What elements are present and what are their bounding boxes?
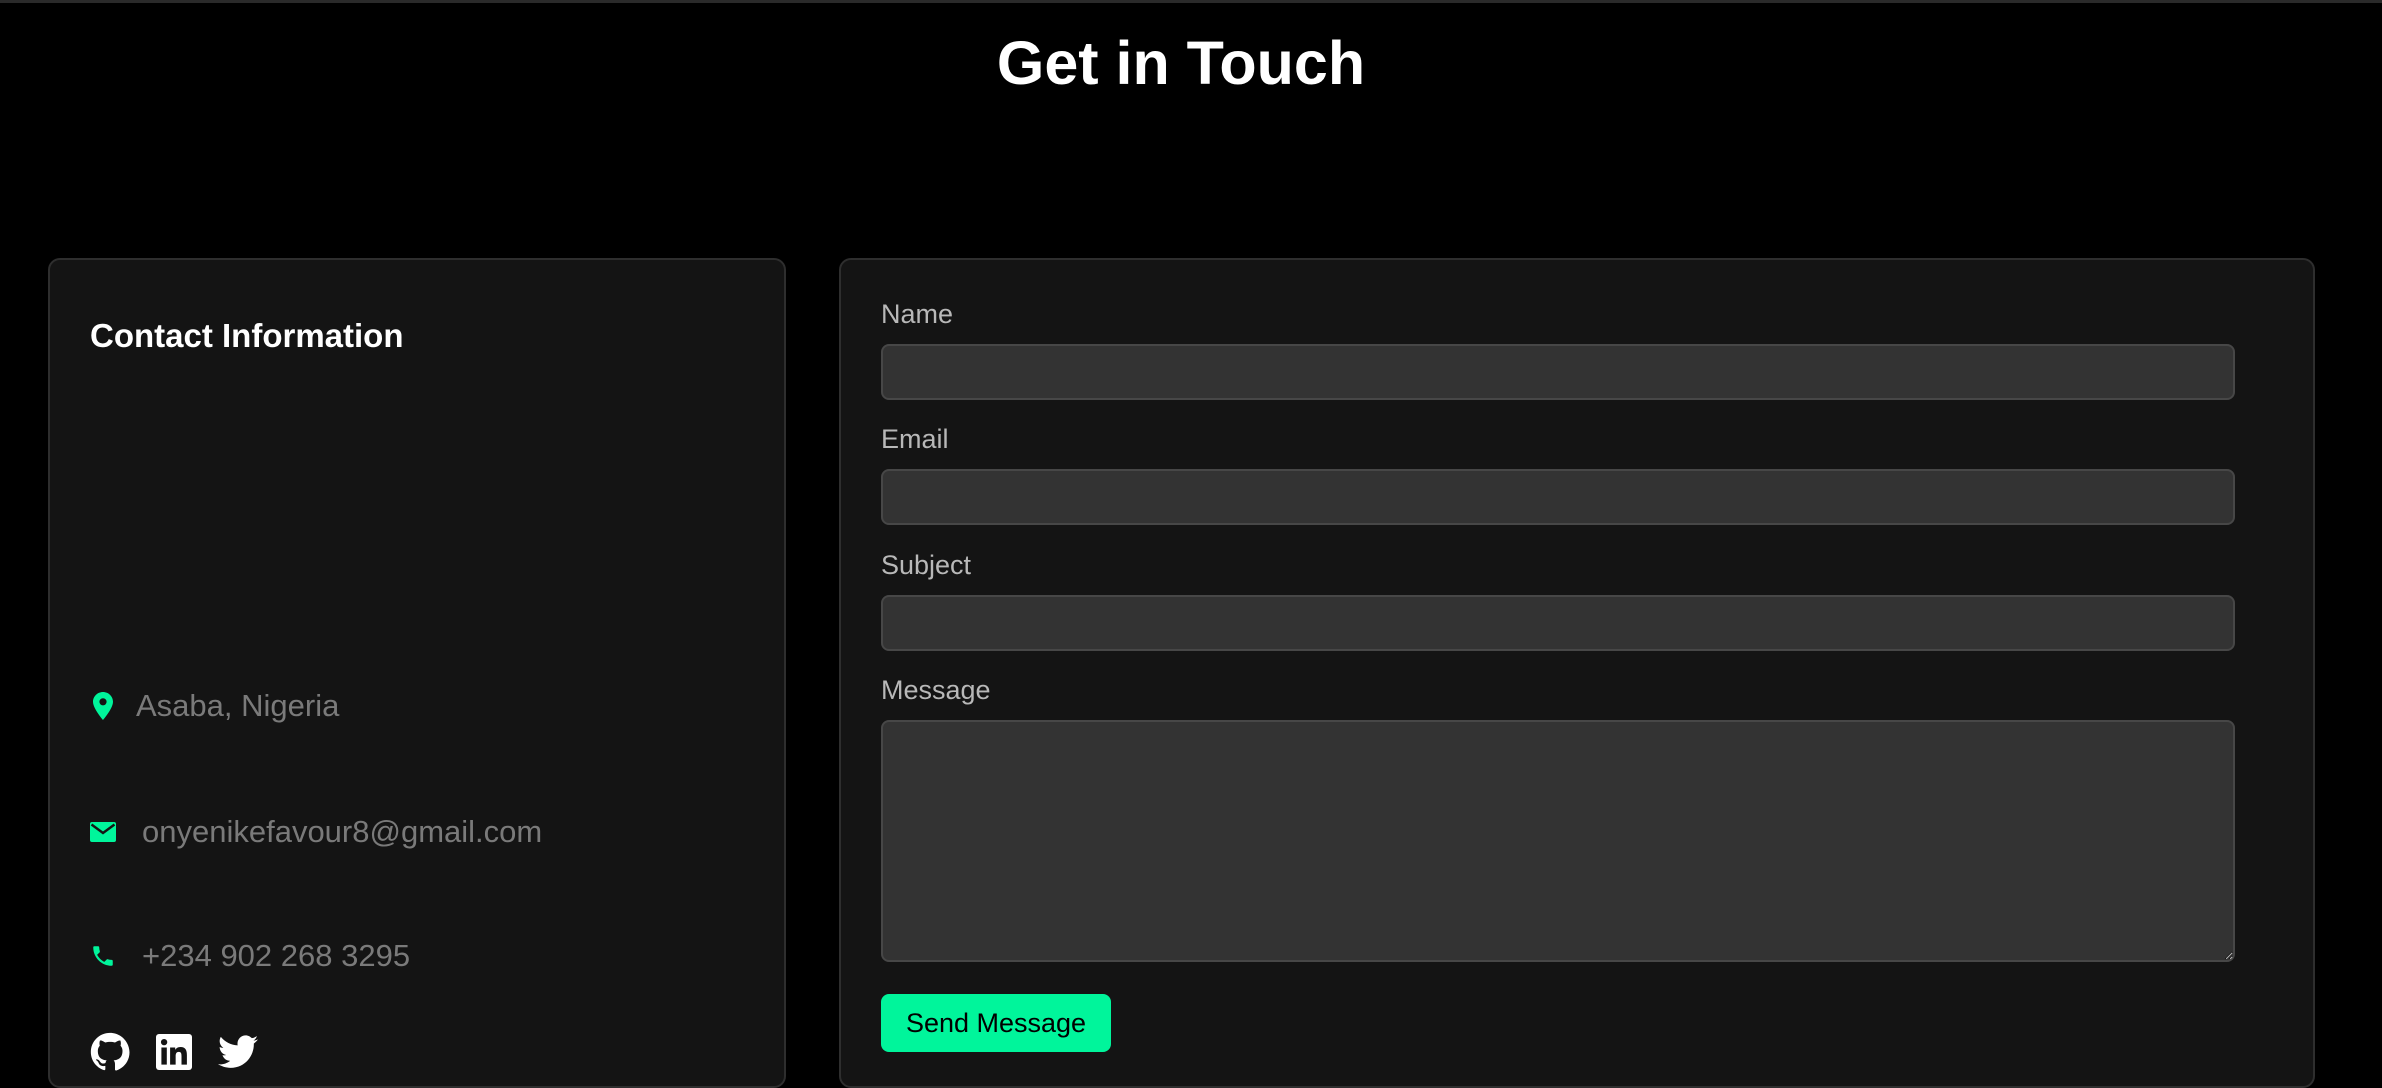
page-title: Get in Touch bbox=[996, 29, 1366, 97]
social-links bbox=[90, 1032, 258, 1072]
message-textarea[interactable] bbox=[881, 720, 2235, 962]
phone-text[interactable]: +234 902 268 3295 bbox=[142, 936, 410, 976]
send-message-button[interactable]: Send Message bbox=[881, 994, 1111, 1052]
map-pin-icon bbox=[90, 692, 116, 720]
linkedin-icon[interactable] bbox=[154, 1032, 194, 1072]
name-input[interactable] bbox=[881, 344, 2235, 400]
top-divider bbox=[0, 0, 2382, 3]
email-text[interactable]: onyenikefavour8@gmail.com bbox=[142, 812, 542, 852]
message-label: Message bbox=[881, 675, 991, 705]
location-row: Asaba, Nigeria bbox=[90, 686, 339, 726]
email-input[interactable] bbox=[881, 469, 2235, 525]
subject-label: Subject bbox=[881, 550, 972, 580]
phone-icon bbox=[90, 943, 116, 969]
email-row: onyenikefavour8@gmail.com bbox=[90, 812, 542, 852]
location-text: Asaba, Nigeria bbox=[136, 688, 340, 723]
contact-info-card: Contact Information Asaba, Nigeria onyen… bbox=[48, 258, 786, 1088]
subject-input[interactable] bbox=[881, 595, 2235, 651]
contact-info-heading: Contact Information bbox=[90, 317, 404, 354]
contact-form: Name Email Subject Message Send Message bbox=[839, 258, 2315, 1088]
github-icon[interactable] bbox=[90, 1032, 130, 1072]
envelope-icon bbox=[90, 819, 116, 845]
phone-row: +234 902 268 3295 bbox=[90, 936, 410, 976]
name-label: Name bbox=[881, 299, 954, 329]
email-label: Email bbox=[881, 424, 949, 454]
twitter-icon[interactable] bbox=[218, 1032, 258, 1072]
